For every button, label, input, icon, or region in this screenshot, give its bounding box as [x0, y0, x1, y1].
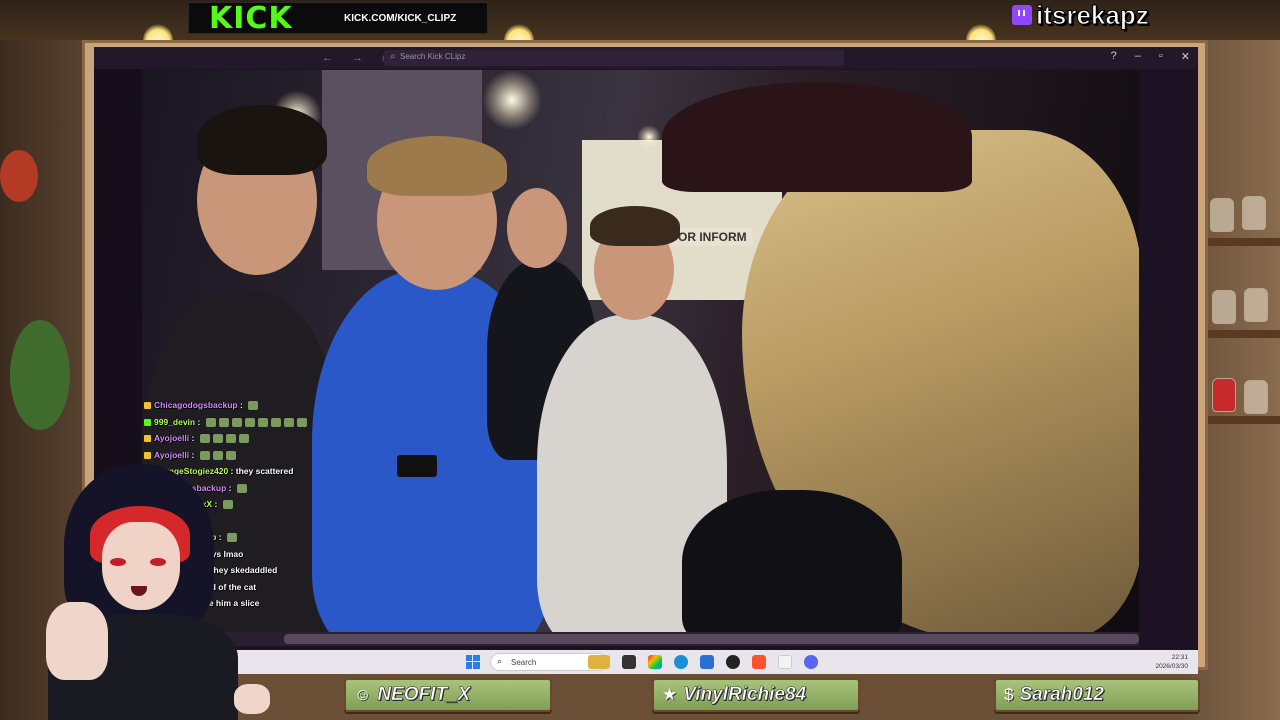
scrollbar-thumb[interactable] — [284, 634, 1139, 644]
taskbar-clock[interactable]: 22:31 2026/03/30 — [1155, 653, 1188, 671]
chat-username: Ayojoelli — [154, 433, 190, 443]
edge-icon[interactable] — [674, 655, 688, 669]
search-placeholder: Search Kick CLipz — [400, 52, 466, 61]
avatar-eye — [150, 558, 166, 566]
jar-icon — [1244, 288, 1268, 322]
chat-username: Chicagodogsbackup — [154, 400, 238, 410]
plant-icon — [10, 320, 70, 430]
avatar-eye — [110, 558, 126, 566]
face — [507, 188, 567, 268]
emote-icon — [212, 434, 223, 444]
emote-icon — [231, 417, 242, 427]
plate-donation: $ Sarah012 — [994, 678, 1200, 712]
emote-icon — [218, 417, 229, 427]
street-light — [637, 125, 661, 149]
search-input[interactable]: ⌕ Search Kick CLipz — [384, 50, 844, 66]
chat-badge-icon — [144, 435, 151, 443]
plate-name: NEOFIT_X — [377, 684, 471, 706]
phone — [397, 455, 437, 477]
avatar-hand — [234, 684, 270, 714]
emote-icon — [244, 417, 255, 427]
hair — [367, 136, 507, 196]
search-icon: ⌕ — [390, 51, 396, 62]
clock-time: 22:31 — [1171, 654, 1188, 661]
cap — [662, 82, 972, 192]
chat-message: Ayojoelli : — [144, 433, 354, 450]
emote-icon — [238, 434, 249, 444]
emote-icon — [205, 417, 216, 427]
discord-icon[interactable] — [804, 655, 818, 669]
shelf — [1200, 238, 1280, 246]
jacket — [682, 490, 902, 632]
close-icon[interactable]: ✕ — [1181, 50, 1190, 63]
shelf — [1200, 330, 1280, 338]
kick-url: KICK.COM/KICK_CLIPZ — [344, 13, 457, 24]
street-light — [482, 70, 542, 130]
chat-username: Ayojoelli — [154, 449, 190, 460]
notepad-icon[interactable] — [778, 655, 792, 669]
streamer-name: itsrekapz — [1036, 0, 1150, 30]
windows-start-icon[interactable] — [466, 655, 480, 669]
hair — [197, 105, 327, 175]
avatar-face — [102, 522, 180, 610]
person-icon: ☺ — [354, 685, 372, 704]
emote-icon — [225, 434, 236, 444]
chat-badge-icon — [144, 451, 151, 459]
emote-icon — [212, 450, 223, 460]
paper-lantern-icon — [0, 150, 38, 202]
emote-icon — [248, 401, 259, 411]
jar-icon — [1212, 290, 1236, 324]
kick-logo: KICK — [209, 1, 293, 36]
plate-subscriber: ★ VinylRichie84 — [652, 678, 860, 712]
chat-username: 999_devin — [154, 416, 196, 427]
emote-icon — [270, 417, 281, 427]
plate-follower: ☺ NEOFIT_X — [344, 678, 552, 712]
chat-message: Chicagodogsbackup : — [144, 400, 354, 417]
chat-message: 999_devin : — [144, 417, 354, 434]
minimize-icon[interactable]: – — [1135, 50, 1141, 63]
emote-icon — [199, 434, 210, 444]
weather-icon[interactable] — [588, 655, 610, 669]
jar-icon — [1210, 198, 1234, 232]
jar-icon — [1242, 196, 1266, 230]
star-icon: ★ — [662, 685, 678, 704]
emote-icon — [296, 417, 307, 427]
title-bar: ← → ◷ ⌕ Search Kick CLipz ? – ▫ ✕ — [94, 47, 1198, 69]
emote-icon — [283, 417, 294, 427]
emote-icon — [225, 450, 236, 460]
streamer-tag: itsrekapz — [1012, 0, 1149, 30]
taskbar-search-label: Search — [511, 658, 537, 667]
stream-overlay: KICK KICK.COM/KICK_CLIPZ itsrekapz ← → ◷… — [0, 0, 1280, 720]
plate-name: VinylRichie84 — [683, 684, 807, 706]
maximize-icon[interactable]: ▫ — [1159, 50, 1163, 63]
jar-icon — [1244, 380, 1268, 414]
twitch-icon — [1012, 5, 1032, 25]
window-controls: ? – ▫ ✕ — [1111, 50, 1190, 63]
vtuber-avatar — [28, 464, 270, 720]
search-icon: ⌕ — [497, 656, 503, 666]
brave-icon[interactable] — [752, 655, 766, 669]
emote-icon — [199, 450, 210, 460]
shelf — [1200, 416, 1280, 424]
chat-badge-icon — [144, 402, 151, 410]
hair — [590, 206, 680, 246]
jar-icon — [1212, 378, 1236, 412]
chat-badge-icon — [144, 418, 151, 426]
taskbar: ⌕ Search 22:31 2026/03/30 — [222, 650, 1198, 674]
clock-date: 2026/03/30 — [1155, 663, 1188, 670]
dollar-icon: $ — [1004, 685, 1014, 704]
help-icon[interactable]: ? — [1111, 50, 1117, 63]
store-icon[interactable] — [700, 655, 714, 669]
kick-banner: KICK KICK.COM/KICK_CLIPZ — [188, 1, 488, 36]
emote-icon — [257, 417, 268, 427]
plate-name: Sarah012 — [1019, 684, 1104, 706]
avatar-hand — [46, 602, 108, 680]
task-view-icon[interactable] — [622, 655, 636, 669]
obs-icon[interactable] — [726, 655, 740, 669]
copilot-icon[interactable] — [648, 655, 662, 669]
street-sign: OR INFORM — [672, 228, 753, 246]
